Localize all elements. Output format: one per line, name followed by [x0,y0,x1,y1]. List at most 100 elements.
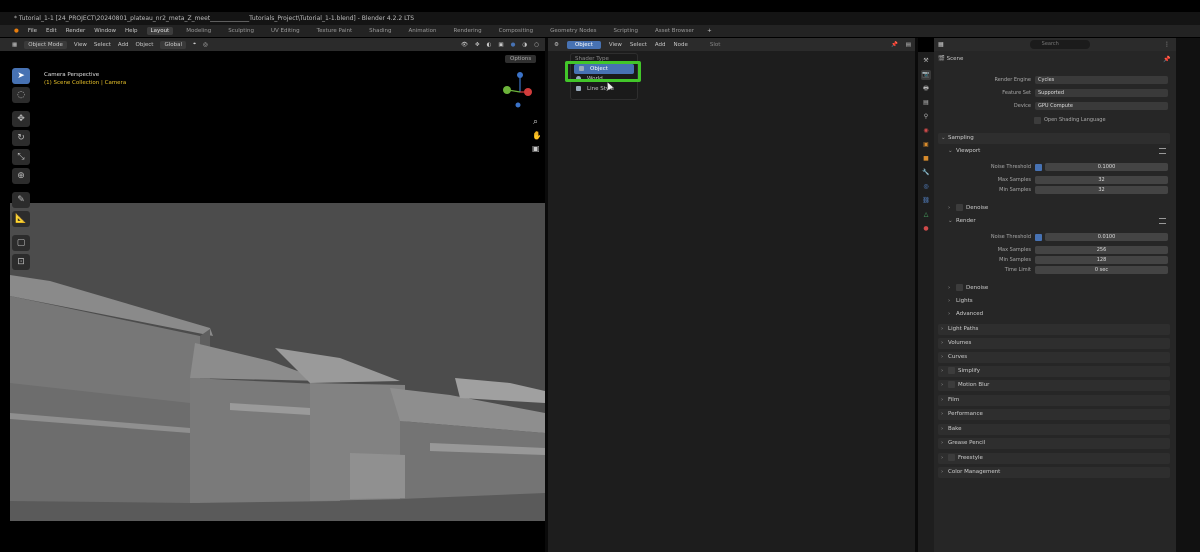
rotate-tool-icon[interactable]: ↻ [12,130,30,146]
add-cube-tool-icon[interactable]: ▢ [12,235,30,251]
menu-window[interactable]: Window [94,28,116,34]
menu-file[interactable]: File [28,28,37,34]
editor-menu-view[interactable]: View [609,42,622,48]
pan-hand-icon[interactable]: ✋ [532,130,540,140]
freestyle-checkbox[interactable] [948,454,955,461]
editor-menu-select[interactable]: Select [630,42,647,48]
editor-type-icon[interactable]: ⚙ [554,42,559,48]
overlay-toggle-icon[interactable]: ▤ [906,42,911,48]
viewport-max-samples-field[interactable]: 32 [1035,176,1168,184]
output-tab-icon[interactable]: 🖶 [921,84,931,94]
visibility-icon[interactable]: 👁 [461,42,468,48]
performance-panel[interactable]: › Performance [938,409,1170,420]
select-tool-icon[interactable]: ➤ [12,68,30,84]
properties-options-icon[interactable]: ⋮ [1164,41,1170,48]
render-engine-dropdown[interactable]: Cycles [1035,76,1168,84]
z-axis-icon[interactable] [517,72,523,78]
material-tab-icon[interactable]: ● [921,224,931,234]
add-workspace-button[interactable]: + [707,28,712,34]
render-denoise-checkbox[interactable] [956,284,963,291]
workspace-tab-compositing[interactable]: Compositing [495,27,537,35]
workspace-tab-modeling[interactable]: Modeling [182,27,215,35]
zoom-icon[interactable]: ⌕ [533,117,538,127]
advanced-subpanel[interactable]: › Advanced [948,309,1176,320]
x-axis-icon[interactable] [524,88,532,96]
freestyle-panel[interactable]: › Freestyle [938,453,1170,464]
properties-search-input[interactable]: Search [1029,40,1090,49]
modifier-tab-icon[interactable]: 🔧 [921,168,931,178]
physics-tab-icon[interactable]: ◎ [921,182,931,192]
scene-tab-icon[interactable]: ⚲ [921,112,931,122]
object-tab-icon[interactable]: ■ [921,154,931,164]
curves-panel[interactable]: › Curves [938,352,1170,363]
device-dropdown[interactable]: GPU Compute [1035,102,1168,110]
transform-orientation-dropdown[interactable]: Global [160,40,187,49]
presets-list-icon[interactable] [1159,148,1166,154]
menu-edit[interactable]: Edit [46,28,57,34]
viewport-menu-add[interactable]: Add [118,42,129,48]
camera-view-icon[interactable]: ▣ [532,144,540,153]
workspace-tab-uv-editing[interactable]: UV Editing [267,27,304,35]
shading-solid-icon[interactable]: ● [511,42,516,48]
snap-icon[interactable]: ⌖ [193,41,196,48]
transform-tool-icon[interactable]: ⊕ [12,168,30,184]
shader-editor-area[interactable] [548,38,915,552]
render-tab-icon[interactable]: 📷 [921,70,931,80]
workspace-tab-geometry-nodes[interactable]: Geometry Nodes [546,27,600,35]
cursor-tool-icon[interactable]: ◌ [12,87,30,103]
workspace-tab-layout[interactable]: Layout [146,27,174,35]
slot-dropdown[interactable]: Slot [710,42,721,48]
light-paths-panel[interactable]: › Light Paths [938,324,1170,335]
workspace-tab-sculpting[interactable]: Sculpting [224,27,258,35]
render-noise-threshold-field[interactable]: 0.0100 [1045,233,1168,241]
tool-tab-icon[interactable]: ⚒ [921,56,931,66]
render-denoise-subpanel[interactable]: › Denoise [948,283,1176,294]
volumes-panel[interactable]: › Volumes [938,338,1170,349]
render-presets-list-icon[interactable] [1159,218,1166,224]
viewport-noise-threshold-field[interactable]: 0.1000 [1045,163,1168,171]
feature-set-dropdown[interactable]: Supported [1035,89,1168,97]
gizmo-icon[interactable]: ✥ [475,42,480,48]
proportional-edit-icon[interactable]: ◎ [203,42,208,48]
render-time-limit-field[interactable]: 0 sec [1035,266,1168,274]
3d-viewport[interactable] [10,53,545,521]
simplify-panel[interactable]: › Simplify [938,366,1170,377]
options-dropdown[interactable]: Options [505,55,537,63]
constraints-tab-icon[interactable]: ⛓ [921,196,931,206]
film-panel[interactable]: › Film [938,395,1170,406]
workspace-tab-texture-paint[interactable]: Texture Paint [313,27,357,35]
viewport-menu-object[interactable]: Object [136,42,154,48]
workspace-tab-animation[interactable]: Animation [404,27,440,35]
sampling-panel[interactable]: ⌄ Sampling [938,133,1170,144]
workspace-tab-asset-browser[interactable]: Asset Browser [651,27,698,35]
osl-checkbox[interactable] [1034,117,1041,124]
scale-tool-icon[interactable]: ⤡ [12,149,30,165]
object-mode-dropdown[interactable]: Object Mode [24,40,67,49]
workspace-tab-scripting[interactable]: Scripting [610,27,642,35]
viewport-min-samples-field[interactable]: 32 [1035,186,1168,194]
xray-icon[interactable]: ▣ [498,42,503,48]
viewport-noise-threshold-checkbox[interactable] [1035,164,1042,171]
world-tab-icon[interactable]: ◉ [921,126,931,136]
viewport-denoise-subpanel[interactable]: › Denoise [948,203,1176,214]
overlay-icon[interactable]: ◐ [487,42,492,48]
viewport-subpanel[interactable]: ⌄ Viewport [948,146,1176,157]
render-noise-threshold-checkbox[interactable] [1035,234,1042,241]
viewport-menu-select[interactable]: Select [94,42,111,48]
collection-tab-icon[interactable]: ▣ [921,140,931,150]
properties-editor-icon[interactable]: ▦ [938,41,944,48]
menu-render[interactable]: Render [66,28,86,34]
pin-icon[interactable]: 📌 [891,42,898,48]
motion-blur-panel[interactable]: › Motion Blur [938,380,1170,391]
move-tool-icon[interactable]: ✥ [12,111,30,127]
editor-menu-node[interactable]: Node [674,42,688,48]
menu-help[interactable]: Help [125,28,138,34]
viewport-denoise-checkbox[interactable] [956,204,963,211]
render-min-samples-field[interactable]: 128 [1035,256,1168,264]
bake-panel[interactable]: › Bake [938,424,1170,435]
navigation-gizmo[interactable]: ⌕ ✋ ▣ [500,70,540,160]
shading-material-icon[interactable]: ◑ [522,42,527,48]
motion-blur-checkbox[interactable] [948,381,955,388]
render-max-samples-field[interactable]: 256 [1035,246,1168,254]
shader-type-line-style[interactable]: Line Style [571,84,637,94]
